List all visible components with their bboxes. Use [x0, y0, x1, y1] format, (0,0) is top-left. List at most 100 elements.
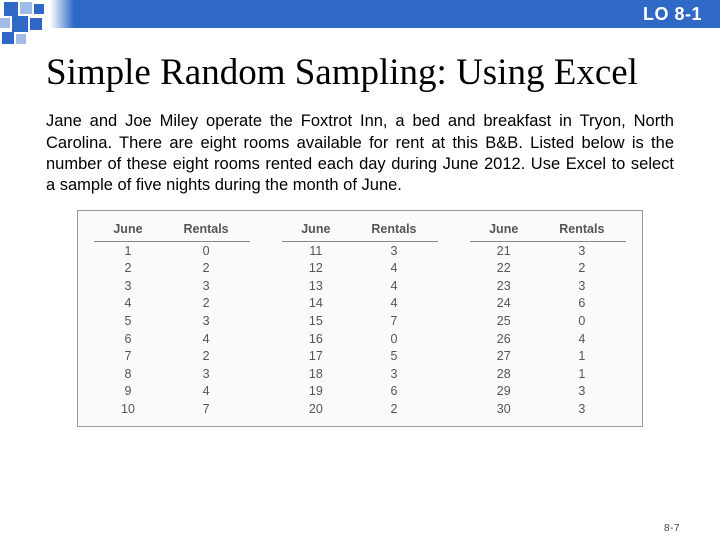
table-cell: 1	[538, 347, 626, 365]
col-header: June	[470, 219, 538, 242]
table-cell: 3	[162, 312, 250, 330]
table-cell: 27	[470, 347, 538, 365]
table-row: 83183281	[94, 365, 626, 383]
table-cell: 7	[350, 312, 438, 330]
table-cell: 19	[282, 383, 350, 401]
table-cell: 10	[94, 400, 162, 418]
table-cell: 3	[538, 400, 626, 418]
cell-gap	[438, 347, 470, 365]
learning-objective-label: LO 8-1	[643, 4, 702, 25]
cell-gap	[250, 347, 282, 365]
col-gap	[250, 219, 282, 242]
table-cell: 13	[282, 277, 350, 295]
cell-gap	[438, 365, 470, 383]
header-strip: LO 8-1	[50, 0, 720, 28]
table-cell: 4	[350, 259, 438, 277]
table-cell: 14	[282, 295, 350, 313]
table-cell: 3	[162, 365, 250, 383]
table-cell: 8	[94, 365, 162, 383]
table-cell: 0	[350, 330, 438, 348]
table-cell: 2	[538, 259, 626, 277]
table-cell: 7	[162, 400, 250, 418]
table-cell: 3	[350, 365, 438, 383]
table-row: 107 202 303	[94, 400, 626, 418]
table-cell: 2	[162, 347, 250, 365]
body-paragraph: Jane and Joe Miley operate the Foxtrot I…	[46, 111, 674, 195]
table-cell: 2	[94, 259, 162, 277]
table-cell: 23	[470, 277, 538, 295]
table-row: 42144246	[94, 295, 626, 313]
col-header: June	[94, 219, 162, 242]
table-cell: 6	[350, 383, 438, 401]
table-cell: 15	[282, 312, 350, 330]
table-cell: 4	[350, 277, 438, 295]
cell-gap	[250, 312, 282, 330]
table-cell: 4	[162, 330, 250, 348]
table-cell: 6	[538, 295, 626, 313]
page-number: 8-7	[664, 523, 680, 534]
cell-gap	[438, 383, 470, 401]
table-cell: 21	[470, 241, 538, 259]
table-cell: 26	[470, 330, 538, 348]
table-cell: 18	[282, 365, 350, 383]
cell-gap	[250, 365, 282, 383]
table-row: 64160264	[94, 330, 626, 348]
cell-gap	[438, 295, 470, 313]
table-cell: 3	[538, 277, 626, 295]
table-cell: 1	[538, 365, 626, 383]
table-cell: 5	[94, 312, 162, 330]
slide-header: LO 8-1	[0, 0, 720, 28]
col-gap	[438, 219, 470, 242]
cell-gap	[438, 330, 470, 348]
table-cell: 0	[538, 312, 626, 330]
page-title: Simple Random Sampling: Using Excel	[46, 52, 674, 93]
table-row: 94 196 293	[94, 383, 626, 401]
table-cell: 4	[538, 330, 626, 348]
table-cell: 2	[350, 400, 438, 418]
table-row: 53 157 250	[94, 312, 626, 330]
col-header: Rentals	[350, 219, 438, 242]
table-cell: 24	[470, 295, 538, 313]
table-row: 33134233	[94, 277, 626, 295]
table-header-row: June Rentals June Rentals June Rentals	[94, 219, 626, 242]
table-cell: 17	[282, 347, 350, 365]
rentals-table-container: June Rentals June Rentals June Rentals 1…	[77, 210, 643, 427]
table-cell: 3	[162, 277, 250, 295]
cell-gap	[438, 259, 470, 277]
table-cell: 6	[94, 330, 162, 348]
cell-gap	[438, 400, 470, 418]
table-cell: 1	[94, 241, 162, 259]
col-header: June	[282, 219, 350, 242]
table-body: 1011321322124222331342334214424653157250…	[94, 241, 626, 417]
table-cell: 3	[94, 277, 162, 295]
table-cell: 4	[162, 383, 250, 401]
table-cell: 28	[470, 365, 538, 383]
cell-gap	[250, 330, 282, 348]
table-cell: 3	[538, 383, 626, 401]
cell-gap	[250, 383, 282, 401]
table-cell: 12	[282, 259, 350, 277]
table-row: 72175271	[94, 347, 626, 365]
table-cell: 25	[470, 312, 538, 330]
cell-gap	[250, 295, 282, 313]
table-cell: 9	[94, 383, 162, 401]
table-cell: 22	[470, 259, 538, 277]
table-cell: 3	[350, 241, 438, 259]
table-cell: 2	[162, 295, 250, 313]
table-cell: 16	[282, 330, 350, 348]
table-cell: 4	[350, 295, 438, 313]
cell-gap	[438, 241, 470, 259]
cell-gap	[250, 259, 282, 277]
table-row: 10113213	[94, 241, 626, 259]
table-cell: 29	[470, 383, 538, 401]
cell-gap	[250, 277, 282, 295]
col-header: Rentals	[538, 219, 626, 242]
table-cell: 2	[162, 259, 250, 277]
table-cell: 7	[94, 347, 162, 365]
table-cell: 30	[470, 400, 538, 418]
col-header: Rentals	[162, 219, 250, 242]
table-cell: 3	[538, 241, 626, 259]
table-row: 22124222	[94, 259, 626, 277]
cell-gap	[438, 277, 470, 295]
table-cell: 20	[282, 400, 350, 418]
